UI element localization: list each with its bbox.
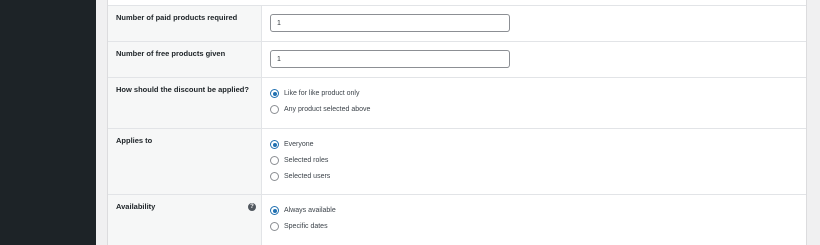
radio-label: Like for like product only — [284, 90, 360, 97]
radio-label: Any product selected above — [284, 106, 371, 113]
row-label-cell: Number of paid products required — [108, 6, 262, 41]
radio-label: Everyone — [284, 141, 314, 148]
paid-products-label: Number of paid products required — [116, 13, 238, 22]
radio-button-checked[interactable] — [270, 206, 279, 215]
radio-label: Always available — [284, 207, 336, 214]
radio-option-any-product[interactable]: Any product selected above — [270, 104, 370, 115]
free-products-label: Number of free products given — [116, 49, 226, 58]
radio-option-like-for-like[interactable]: Like for like product only — [270, 88, 359, 99]
radio-option-always-available[interactable]: Always available — [270, 205, 336, 216]
radio-button[interactable] — [270, 105, 279, 114]
radio-label: Selected users — [284, 173, 331, 180]
help-icon[interactable]: ? — [248, 203, 256, 211]
row-field-cell: Everyone Selected roles Selected users — [263, 129, 806, 194]
row-label-cell: How should the discount be applied? — [108, 78, 262, 128]
row-discount-application: How should the discount be applied? Like… — [108, 78, 806, 129]
row-availability: Availability ? Always available Specific… — [108, 195, 806, 245]
radio-button[interactable] — [270, 172, 279, 181]
radio-option-selected-users[interactable]: Selected users — [270, 171, 330, 182]
row-label-cell: Number of free products given — [108, 42, 262, 77]
radio-button-checked[interactable] — [270, 140, 279, 149]
applies-to-label: Applies to — [116, 136, 153, 145]
radio-button-checked[interactable] — [270, 89, 279, 98]
radio-option-everyone[interactable]: Everyone — [270, 139, 314, 150]
row-field-cell — [263, 6, 806, 41]
row-field-cell: Always available Specific dates — [263, 195, 806, 245]
row-applies-to: Applies to Everyone Selected roles Selec… — [108, 129, 806, 195]
paid-products-input[interactable] — [270, 14, 510, 32]
radio-label: Specific dates — [284, 223, 328, 230]
settings-panel: Number of paid products required Number … — [107, 0, 807, 245]
radio-label: Selected roles — [284, 157, 329, 164]
radio-option-selected-roles[interactable]: Selected roles — [270, 155, 328, 166]
radio-button[interactable] — [270, 156, 279, 165]
row-field-cell — [263, 42, 806, 77]
discount-application-label: How should the discount be applied? — [116, 85, 249, 94]
row-label-cell: Availability ? — [108, 195, 262, 245]
row-label-cell: Applies to — [108, 129, 262, 194]
row-field-cell: Like for like product only Any product s… — [263, 78, 806, 128]
admin-sidebar — [0, 0, 96, 245]
availability-label: Availability — [116, 202, 156, 211]
free-products-input[interactable] — [270, 50, 510, 68]
radio-button[interactable] — [270, 222, 279, 231]
radio-option-specific-dates[interactable]: Specific dates — [270, 221, 328, 232]
row-free-products: Number of free products given — [108, 42, 806, 78]
row-paid-products: Number of paid products required — [108, 5, 806, 42]
